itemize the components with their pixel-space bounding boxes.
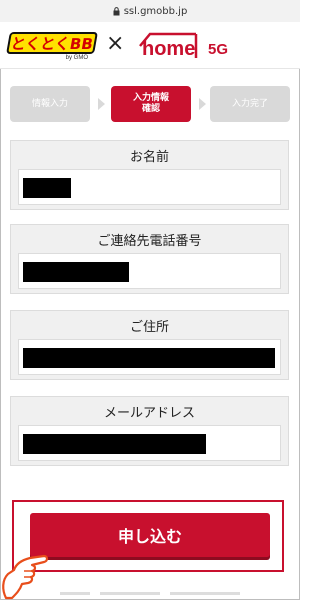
- pointing-hand-icon: [2, 554, 49, 600]
- collaboration-separator: ×: [106, 31, 125, 56]
- field-card-email: メールアドレス: [10, 396, 289, 466]
- home-wordmark: home: [142, 38, 196, 60]
- field-card-address: ご住所: [10, 310, 289, 380]
- field-label-email: メールアドレス: [103, 405, 195, 421]
- step-label: 入力情報 確認: [132, 93, 169, 114]
- field-label-address: ご住所: [129, 319, 169, 335]
- step-complete: 入力完了: [210, 86, 290, 122]
- field-value-name: [18, 169, 281, 205]
- lock-icon: [113, 7, 120, 16]
- tokutoku-bb-wordmark: とくとくBB: [6, 32, 98, 54]
- step-info-input: 情報入力: [10, 86, 90, 122]
- url-text: ssl.gmobb.jp: [123, 5, 188, 17]
- step-arrow-icon: [199, 98, 206, 110]
- apply-submit-button[interactable]: 申し込む: [30, 513, 270, 557]
- gmo-sub-label: by GMO: [65, 55, 88, 61]
- field-value-address: [18, 339, 281, 375]
- tokutoku-bb-logo[interactable]: とくとくBB by GMO: [6, 32, 98, 61]
- redaction-block: [23, 178, 71, 198]
- 5g-wordmark: 5G: [208, 41, 229, 58]
- progress-steps: 情報入力 入力情報 確認 入力完了: [10, 86, 290, 122]
- address-bar[interactable]: ssl.gmobb.jp: [0, 0, 300, 22]
- redaction-block: [23, 434, 206, 454]
- field-card-phone: ご連絡先電話番号: [10, 224, 289, 294]
- step-label: 入力完了: [231, 98, 268, 109]
- home-5g-logo[interactable]: home 5G: [136, 28, 256, 64]
- redaction-block: [23, 262, 129, 282]
- submit-highlight-frame: 申し込む: [12, 500, 284, 572]
- field-label-phone: ご連絡先電話番号: [97, 233, 202, 249]
- step-confirm: 入力情報 確認: [111, 86, 191, 122]
- site-header: とくとくBB by GMO × home 5G: [0, 22, 300, 69]
- step-arrow-icon: [98, 98, 105, 110]
- redaction-block: [23, 348, 275, 368]
- step-label: 情報入力: [31, 98, 68, 109]
- cut-off-content: [60, 592, 240, 595]
- field-value-phone: [18, 253, 281, 289]
- field-value-email: [18, 425, 281, 461]
- field-card-name: お名前: [10, 140, 289, 210]
- field-label-name: お名前: [129, 149, 169, 165]
